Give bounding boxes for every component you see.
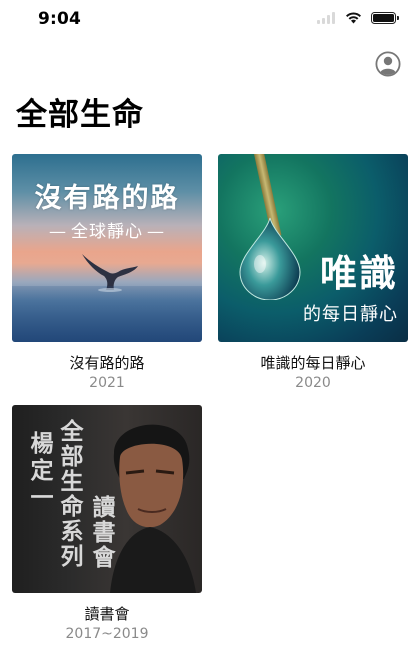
cover-title: 唯識 bbox=[320, 251, 398, 295]
cellular-signal-icon bbox=[317, 12, 336, 24]
ocean-decoration bbox=[12, 286, 202, 342]
book-cover[interactable]: 沒有路的路 全球靜心 bbox=[12, 154, 202, 342]
status-time: 9:04 bbox=[38, 9, 82, 29]
book-title: 唯識的每日靜心 bbox=[260, 354, 366, 372]
wifi-icon bbox=[346, 12, 361, 24]
book-year: 2020 bbox=[295, 375, 331, 391]
book-card[interactable]: 唯識 的每日靜心 唯識的每日靜心 2020 bbox=[218, 154, 408, 391]
status-bar: 9:04 bbox=[0, 0, 420, 44]
book-year: 2021 bbox=[89, 375, 125, 391]
cover-title: 沒有路的路 bbox=[34, 183, 180, 214]
water-drop-icon bbox=[239, 217, 301, 300]
person-circle-icon bbox=[375, 51, 401, 77]
page-title: 全部生命 bbox=[16, 97, 144, 133]
profile-button[interactable] bbox=[375, 51, 401, 77]
cover-author: 楊定一 bbox=[26, 431, 53, 512]
book-card[interactable]: 沒有路的路 全球靜心 沒有路的路 2021 bbox=[12, 154, 202, 391]
book-cover[interactable]: 楊定一 全部生命系列 讀書會 bbox=[12, 405, 202, 593]
book-title: 沒有路的路 bbox=[69, 354, 145, 372]
battery-icon bbox=[371, 12, 399, 24]
status-icons bbox=[317, 12, 399, 24]
book-cover[interactable]: 唯識 的每日靜心 bbox=[218, 154, 408, 342]
book-card[interactable]: 楊定一 全部生命系列 讀書會 讀書會 2017~2019 bbox=[12, 405, 202, 642]
cover-subtitle: 全球靜心 bbox=[12, 217, 202, 242]
cover-series: 全部生命系列 bbox=[56, 419, 83, 569]
book-year: 2017~2019 bbox=[65, 626, 149, 642]
cover-subtitle: 的每日靜心 bbox=[303, 304, 398, 325]
book-title: 讀書會 bbox=[84, 605, 130, 623]
cover-title: 讀書會 bbox=[88, 495, 115, 570]
